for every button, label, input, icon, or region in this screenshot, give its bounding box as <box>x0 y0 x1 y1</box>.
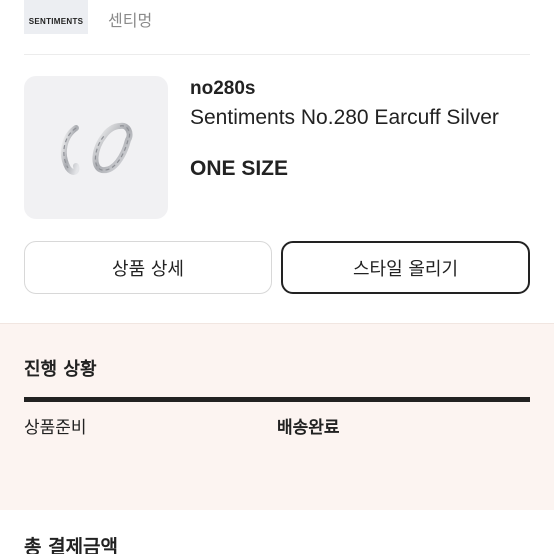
divider <box>24 54 530 55</box>
product-code: no280s <box>190 78 256 99</box>
brand-logo: SENTIMENTS <box>24 0 88 34</box>
brand-name[interactable]: 센티멍 <box>108 7 152 31</box>
step-delivered: 배송완료 <box>277 418 340 438</box>
progress-fill <box>24 397 530 402</box>
upload-style-button[interactable]: 스타일 올리기 <box>281 241 530 294</box>
brand-row[interactable]: SENTIMENTS 센티멍 <box>0 0 554 54</box>
progress-title: 진행 상황 <box>24 359 97 380</box>
product-image[interactable] <box>24 76 168 219</box>
product-size: ONE SIZE <box>190 157 289 180</box>
earcuff-icon <box>60 122 133 175</box>
product-detail-button[interactable]: 상품 상세 <box>24 241 272 294</box>
step-preparing: 상품준비 <box>24 418 87 438</box>
brand-logo-text: SENTIMENTS <box>28 16 84 26</box>
total-payment-label: 총 결제금액 <box>24 536 119 554</box>
progress-track <box>24 397 530 402</box>
product-name: Sentiments No.280 Earcuff Silver <box>190 106 499 129</box>
progress-section: 진행 상황 상품준비 배송완료 <box>0 323 554 510</box>
